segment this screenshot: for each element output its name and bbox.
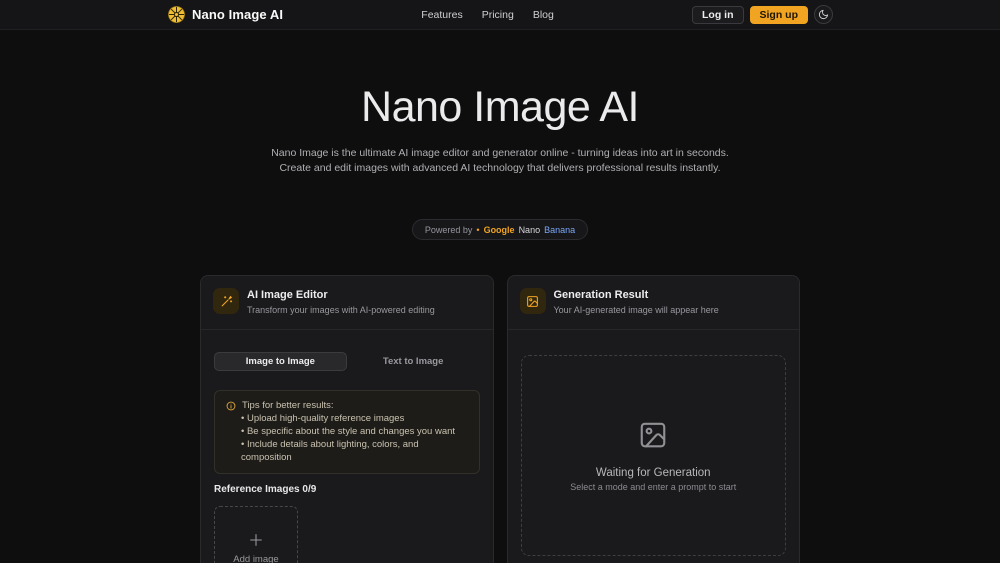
brand-name: Nano Image AI [192,7,283,22]
login-button[interactable]: Log in [692,6,744,24]
badge-google-text: Google [484,225,515,235]
reference-images-label: Reference Images 0/9 [214,484,480,495]
add-image-button[interactable]: Add image [214,506,298,563]
waiting-title: Waiting for Generation [596,467,711,479]
badge-nano-text: Nano [519,225,541,235]
hero-section: Nano Image AI Nano Image is the ultimate… [0,77,1000,240]
add-image-label: Add image [233,554,278,563]
hero-subtitle-line2: Create and edit images with advanced AI … [279,162,720,174]
result-card: Generation Result Your AI-generated imag… [507,275,801,563]
tab-image-to-image[interactable]: Image to Image [214,352,347,371]
waiting-hint: Select a mode and enter a prompt to star… [570,482,736,492]
tab-text-to-image[interactable]: Text to Image [347,352,480,371]
page-title: Nano Image AI [0,77,1000,137]
page: Nano Image AI Features Pricing Blog Log … [0,0,1000,563]
tips-heading: Tips for better results: [242,400,334,413]
nav-link-blog[interactable]: Blog [533,9,554,21]
moon-icon [818,9,829,20]
nav-link-pricing[interactable]: Pricing [482,9,514,21]
header: Nano Image AI Features Pricing Blog Log … [0,0,1000,30]
tips-item: • Include details about lighting, colors… [226,439,468,464]
powered-by-text: Powered by [425,225,473,235]
badge-banana-text: Banana [544,225,575,235]
nav-link-features[interactable]: Features [421,9,462,21]
image-icon [520,288,546,314]
nav-links: Features Pricing Blog [421,9,554,21]
signup-button[interactable]: Sign up [750,6,809,24]
plus-icon [248,532,264,548]
editor-card-header: AI Image Editor Transform your images wi… [201,276,493,330]
result-card-header: Generation Result Your AI-generated imag… [508,276,800,330]
editor-card-subtitle: Transform your images with AI-powered ed… [247,305,435,315]
tips-item: • Be specific about the style and change… [226,426,468,439]
image-placeholder-icon [638,420,668,450]
result-card-title: Generation Result [554,289,719,302]
generation-placeholder: Waiting for Generation Select a mode and… [521,355,787,556]
main-cards-row: AI Image Editor Transform your images wi… [200,275,800,563]
powered-by-badge[interactable]: Powered by • Google Nano Banana [412,219,588,240]
hero-subtitle-line1: Nano Image is the ultimate AI image edit… [271,147,729,159]
logo-icon [167,5,186,24]
wand-icon [213,288,239,314]
badge-dot-separator: • [476,225,479,235]
mode-tabs: Image to Image Text to Image [214,352,480,371]
theme-toggle-button[interactable] [814,5,833,24]
tips-box: Tips for better results: • Upload high-q… [214,390,480,474]
brand[interactable]: Nano Image AI [167,5,283,24]
editor-card-title: AI Image Editor [247,289,435,302]
result-card-subtitle: Your AI-generated image will appear here [554,305,719,315]
info-icon [226,401,236,411]
header-actions: Log in Sign up [692,5,833,24]
tips-item: • Upload high-quality reference images [226,413,468,426]
hero-subtitle: Nano Image is the ultimate AI image edit… [0,146,1000,176]
editor-card: AI Image Editor Transform your images wi… [200,275,494,563]
